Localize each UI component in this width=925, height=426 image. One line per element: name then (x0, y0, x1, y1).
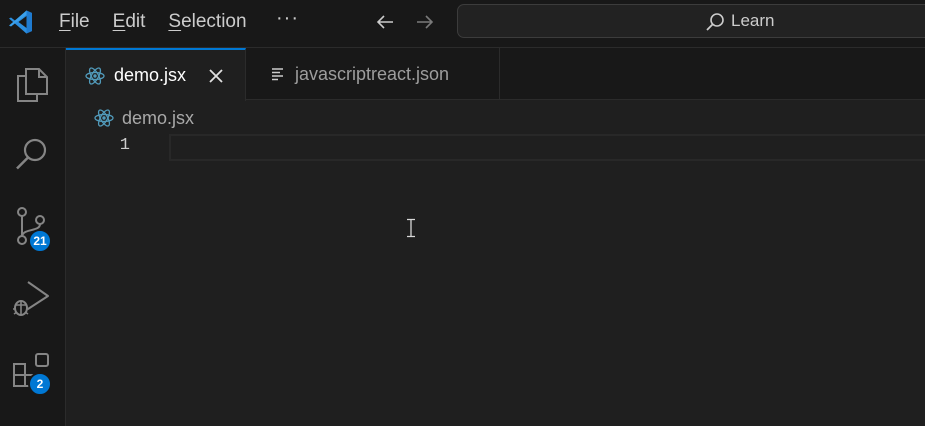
editor-tabs: demo.jsx javascriptreact.json (66, 48, 925, 101)
title-bar: File Edit Selection ··· Learn (0, 0, 925, 48)
menu-selection[interactable]: Selection (168, 11, 246, 33)
activity-search[interactable] (0, 118, 66, 188)
command-center-label: Learn (731, 11, 775, 30)
menu-edit[interactable]: Edit (113, 11, 146, 33)
breadcrumb-file[interactable]: demo.jsx (122, 108, 194, 129)
react-icon (94, 109, 114, 127)
search-icon (16, 138, 47, 170)
activity-source-control[interactable]: 21 (0, 190, 66, 260)
forward-arrow-icon[interactable] (413, 10, 437, 34)
vscode-logo-icon (9, 10, 32, 34)
command-center-search[interactable]: Learn (457, 4, 925, 38)
activity-run-debug[interactable] (0, 262, 66, 332)
tab-label: demo.jsx (114, 65, 187, 85)
line-number: 1 (119, 136, 130, 155)
back-arrow-icon[interactable] (373, 10, 397, 34)
activity-bar: 21 2 (0, 48, 66, 426)
menu-bar: File Edit Selection (59, 0, 270, 44)
search-icon (706, 13, 724, 31)
text-cursor-icon (407, 218, 415, 238)
breadcrumb[interactable]: demo.jsx (94, 105, 194, 131)
tab-label: javascriptreact.json (295, 63, 450, 84)
menu-file[interactable]: File (59, 11, 90, 33)
files-icon (17, 68, 48, 102)
activity-explorer[interactable] (0, 48, 66, 118)
react-icon (85, 66, 105, 85)
more-menu-button[interactable]: ··· (276, 8, 300, 33)
close-icon[interactable] (206, 66, 226, 86)
editor-current-line[interactable] (169, 134, 925, 161)
source-control-badge: 21 (28, 229, 52, 253)
tab-javascriptreact-json[interactable]: javascriptreact.json (246, 48, 500, 100)
lines-icon (272, 68, 283, 81)
tab-demo-jsx[interactable]: demo.jsx (66, 48, 246, 101)
extensions-badge: 2 (28, 372, 52, 396)
activity-extensions[interactable]: 2 (0, 334, 66, 404)
run-debug-icon (13, 281, 49, 316)
